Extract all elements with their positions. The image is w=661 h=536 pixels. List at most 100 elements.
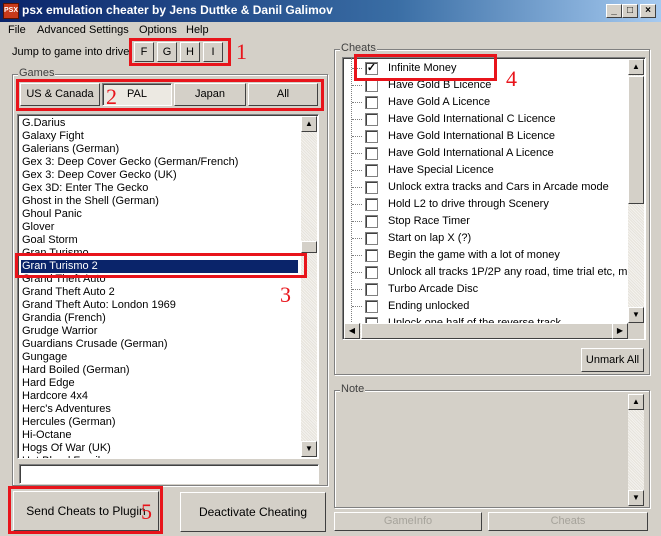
game-list-item[interactable]: Herc's Adventures — [21, 403, 298, 416]
annotation-number-5: 5 — [141, 499, 152, 524]
game-list-item[interactable]: Grandia (French) — [21, 312, 298, 325]
scroll-down-button[interactable]: ▼ — [301, 441, 317, 457]
cheat-scroll-thumb[interactable] — [628, 76, 644, 204]
cheat-label: Begin the game with a lot of money — [388, 249, 560, 261]
note-scroll-down-button[interactable]: ▼ — [628, 490, 644, 506]
checkbox-icon[interactable] — [365, 96, 378, 109]
scroll-thumb[interactable] — [301, 241, 317, 253]
cheat-scroll-up-button[interactable]: ▲ — [628, 59, 644, 75]
game-list-item[interactable]: Grand Theft Auto 2 — [21, 286, 298, 299]
game-list-item[interactable]: Gungage — [21, 351, 298, 364]
region-tab-japan[interactable]: Japan — [174, 83, 246, 106]
menu-file[interactable]: File — [8, 24, 26, 36]
game-list-item[interactable]: Goal Storm — [21, 234, 298, 247]
game-list-item[interactable]: Hard Boiled (German) — [21, 364, 298, 377]
cheat-item[interactable]: Turbo Arcade Disc — [343, 281, 629, 298]
checkbox-icon[interactable] — [365, 232, 378, 245]
game-list-item[interactable]: Galerians (German) — [21, 143, 298, 156]
deactivate-cheating-button[interactable]: Deactivate Cheating — [180, 492, 326, 532]
menu-options[interactable]: Options — [139, 24, 177, 36]
annotation-number-3: 3 — [280, 282, 291, 307]
game-list-item[interactable]: Grand Theft Auto: London 1969 — [21, 299, 298, 312]
game-list-item[interactable]: G.Darius — [21, 117, 298, 130]
cheat-item[interactable]: Start on lap X (?) — [343, 230, 629, 247]
checkbox-icon[interactable] — [365, 266, 378, 279]
game-list-item[interactable]: Hi-Octane — [21, 429, 298, 442]
annotation-number-1: 1 — [236, 39, 247, 64]
cheat-item[interactable]: Ending unlocked — [343, 298, 629, 315]
cheat-scroll-down-button[interactable]: ▼ — [628, 307, 644, 323]
cheat-scroll-left-button[interactable]: ◀ — [344, 323, 360, 339]
game-list-scrollbar[interactable] — [301, 116, 317, 457]
cheat-item[interactable]: Have Gold A Licence — [343, 94, 629, 111]
tree-branch — [352, 289, 362, 290]
unmark-all-button[interactable]: Unmark All — [581, 348, 644, 372]
checkbox-icon[interactable] — [365, 300, 378, 313]
cheat-hscroll-thumb[interactable] — [361, 323, 613, 339]
game-list-item[interactable]: Hard Edge — [21, 377, 298, 390]
checkbox-icon[interactable] — [365, 113, 378, 126]
game-list-item[interactable]: Gex 3D: Enter The Gecko — [21, 182, 298, 195]
game-list-item[interactable]: Glover — [21, 221, 298, 234]
drive-g-button[interactable]: G — [157, 42, 177, 62]
annotation-box-3 — [15, 253, 307, 278]
cheat-item[interactable]: Have Gold International A Licence — [343, 145, 629, 162]
menu-advanced-settings[interactable]: Advanced Settings — [37, 24, 129, 36]
cheat-item[interactable]: Hold L2 to drive through Scenery — [343, 196, 629, 213]
game-list-item[interactable]: Hogs Of War (UK) — [21, 442, 298, 455]
game-list-item[interactable]: Ghoul Panic — [21, 208, 298, 221]
cheat-item[interactable]: Unlock extra tracks and Cars in Arcade m… — [343, 179, 629, 196]
game-filter-input[interactable] — [19, 464, 319, 484]
drive-h-button[interactable]: H — [180, 42, 200, 62]
checkbox-icon[interactable] — [365, 283, 378, 296]
tree-branch — [352, 221, 362, 222]
game-list-item[interactable]: Gex 3: Deep Cover Gecko (UK) — [21, 169, 298, 182]
checkbox-icon[interactable] — [365, 181, 378, 194]
game-list[interactable]: G.Darius Galaxy Fight Galerians (German) Ge… — [17, 114, 319, 459]
tree-branch — [352, 102, 362, 103]
game-list-item[interactable]: Hercules (German) — [21, 416, 298, 429]
menu-help[interactable]: Help — [186, 24, 209, 36]
checkbox-icon[interactable] — [365, 249, 378, 262]
region-tab-us-canada[interactable]: US & Canada — [20, 83, 100, 106]
note-text-area[interactable]: ▲ ▼ — [338, 394, 646, 506]
game-list-item[interactable]: Ghost in the Shell (German) — [21, 195, 298, 208]
cheat-item[interactable]: Have Gold International C Licence — [343, 111, 629, 128]
cheat-item[interactable]: Stop Race Timer — [343, 213, 629, 230]
games-group-label: Games — [18, 67, 56, 79]
cheat-item[interactable]: Have Gold International B Licence — [343, 128, 629, 145]
cheat-item[interactable]: Have Special Licence — [343, 162, 629, 179]
checkbox-icon[interactable] — [365, 130, 378, 143]
minimize-button[interactable]: _ — [606, 4, 622, 18]
checkbox-icon[interactable] — [365, 198, 378, 211]
gameinfo-button[interactable]: GameInfo — [334, 512, 482, 531]
close-button[interactable]: × — [640, 4, 656, 18]
cheat-tree[interactable]: ✓ Infinite Money Have Gold B Licence Have G… — [342, 57, 646, 340]
drive-i-button[interactable]: I — [203, 42, 223, 62]
checkbox-icon[interactable] — [365, 147, 378, 160]
game-list-item[interactable]: Grudge Warrior — [21, 325, 298, 338]
game-list-item[interactable]: Hot Blood Family — [21, 455, 298, 458]
game-list-item[interactable]: Galaxy Fight — [21, 130, 298, 143]
cheat-label: Unlock extra tracks and Cars in Arcade m… — [388, 181, 609, 193]
cheat-item[interactable]: Begin the game with a lot of money — [343, 247, 629, 264]
send-cheats-button[interactable]: Send Cheats to Plugin — [13, 491, 159, 531]
checkbox-icon[interactable] — [365, 215, 378, 228]
game-list-item[interactable]: Gex 3: Deep Cover Gecko (German/French) — [21, 156, 298, 169]
drive-f-button[interactable]: F — [134, 42, 154, 62]
region-tab-all[interactable]: All — [248, 83, 318, 106]
tree-branch — [352, 170, 362, 171]
cheats-group-label: Cheats — [340, 42, 377, 54]
cheat-item[interactable]: Unlock all tracks 1P/2P any road, time t… — [343, 264, 629, 281]
tree-branch — [352, 119, 362, 120]
note-scroll-up-button[interactable]: ▲ — [628, 394, 644, 410]
game-list-item[interactable]: Hardcore 4x4 — [21, 390, 298, 403]
maximize-button[interactable]: □ — [622, 4, 638, 18]
cheat-label: Ending unlocked — [388, 300, 470, 312]
app-icon[interactable]: PSX — [3, 3, 19, 19]
checkbox-icon[interactable] — [365, 164, 378, 177]
scroll-up-button[interactable]: ▲ — [301, 116, 317, 132]
cheats-button[interactable]: Cheats — [488, 512, 648, 531]
cheat-scroll-right-button[interactable]: ▶ — [612, 323, 628, 339]
game-list-item[interactable]: Guardians Crusade (German) — [21, 338, 298, 351]
